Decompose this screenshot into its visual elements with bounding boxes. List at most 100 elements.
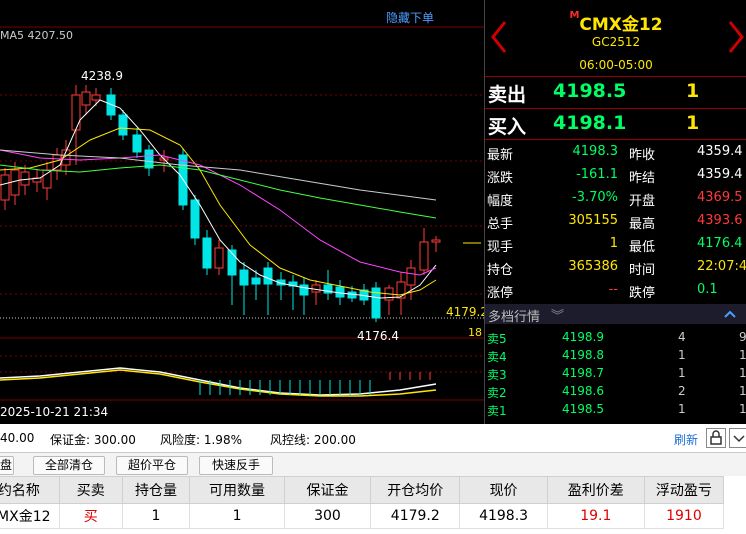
- depth-row[interactable]: 卖1 4198.5 1 1: [485, 400, 746, 418]
- cursor-datetime-label: 2025-10-21 21:34: [0, 405, 109, 419]
- over-price-close-button[interactable]: 超价平仓: [116, 456, 188, 475]
- depth-name: 卖3: [487, 368, 507, 382]
- depth-row[interactable]: 卖3 4198.7 1 1: [485, 364, 746, 382]
- stat-value: 22:07:42: [697, 259, 746, 274]
- candle-body: [118, 114, 128, 136]
- hide-order-link[interactable]: 隐藏下单: [386, 9, 434, 26]
- kline-canvas[interactable]: [0, 0, 484, 424]
- candle-body: [190, 199, 200, 239]
- table-cell: 1910: [643, 503, 725, 529]
- candle-body: [335, 286, 345, 298]
- depth-name: 卖4: [487, 350, 507, 364]
- contract-code: GC2512: [591, 35, 641, 49]
- candle-body: [52, 154, 62, 171]
- tab-position[interactable]: 盘: [0, 456, 14, 475]
- candle-body: [251, 277, 261, 285]
- candle-body: [347, 291, 357, 299]
- column-header[interactable]: 开仓均价: [370, 476, 461, 504]
- depth-price: 4198.8: [562, 348, 604, 362]
- candle-body: [263, 267, 273, 285]
- quick-reverse-button[interactable]: 快速反手: [199, 456, 273, 475]
- risk-value: 风险度: 1.98%: [160, 433, 242, 447]
- stat-label: 开盘: [629, 194, 656, 209]
- depth-row[interactable]: 卖4 4198.8 1 1: [485, 346, 746, 364]
- table-cell: 19.1: [546, 503, 645, 529]
- contract-name: CMX金12: [579, 15, 663, 35]
- quote-stat-row: 现手 1 最低 4176.4: [485, 233, 746, 256]
- table-row[interactable]: CMX金12买113004179.24198.319.11910: [0, 503, 725, 529]
- contract-title: MCMX金12: [485, 10, 746, 35]
- candle-body: [419, 241, 429, 271]
- depth-qty: 1: [678, 366, 686, 380]
- column-header[interactable]: 可用数量: [189, 476, 285, 504]
- depth-price: 4198.6: [562, 384, 604, 398]
- stat-label: 最新: [487, 148, 514, 163]
- stat-label: 幅度: [487, 194, 514, 209]
- depth-extra: 9: [739, 330, 746, 344]
- stat-value: 4359.4: [697, 144, 743, 159]
- candle-body: [20, 171, 30, 186]
- depth-extra: 1: [739, 384, 746, 398]
- bid-price: 4198.1: [553, 112, 627, 134]
- column-header[interactable]: 盈利价差: [546, 476, 645, 504]
- depth-qty: 1: [678, 402, 686, 416]
- balance-value: 40.00: [0, 431, 35, 445]
- quote-header: MCMX金12 GC2512 06:00-05:00: [485, 0, 746, 76]
- quote-stat-row: 持仓 365386 时间 22:07:42: [485, 256, 746, 279]
- ask-label: 卖出: [488, 84, 527, 106]
- double-chevron-down-icon[interactable]: ︾: [551, 305, 564, 324]
- depth-toggle[interactable]: 多档行情 ︾: [485, 304, 746, 325]
- table-cell: 300: [283, 503, 372, 529]
- candle-body: [10, 169, 20, 196]
- table-cell: 买: [58, 503, 123, 529]
- lock-icon[interactable]: [706, 428, 726, 448]
- stat-label: 跌停: [629, 286, 656, 301]
- stat-value: 4176.4: [697, 236, 743, 251]
- collapse-icon[interactable]: [729, 428, 746, 448]
- depth-row[interactable]: 卖5 4198.9 4 9: [485, 328, 746, 346]
- kline-chart[interactable]: 隐藏下单 MA5 4207.50 4238.9 4176.4 4179.2 18…: [0, 0, 488, 424]
- refresh-button[interactable]: 刷新: [674, 431, 698, 448]
- trading-session: 06:00-05:00: [579, 58, 653, 72]
- stat-label: 总手: [487, 217, 514, 232]
- ask-row[interactable]: 卖出 4198.5 1: [485, 77, 746, 106]
- table-cell: CMX金12: [0, 503, 60, 529]
- candle-body: [81, 91, 91, 106]
- bid-row[interactable]: 买入 4198.1 1: [485, 109, 746, 138]
- quote-stat-row: 最新 4198.3 昨收 4359.4: [485, 141, 746, 164]
- column-header[interactable]: 买卖: [58, 476, 123, 504]
- market-prefix: M: [569, 10, 580, 21]
- margin-value: 保证金: 300.00: [50, 433, 136, 447]
- depth-extra: 1: [739, 366, 746, 380]
- stat-value: 4198.3: [572, 144, 619, 159]
- ask-qty: 1: [686, 80, 700, 102]
- column-header[interactable]: 现价: [459, 476, 548, 504]
- stat-value: 1: [609, 236, 618, 251]
- chevron-up-icon[interactable]: [723, 309, 737, 319]
- column-header[interactable]: 浮动盈亏: [643, 476, 725, 504]
- stat-value: 305155: [568, 213, 618, 228]
- column-header[interactable]: 持仓量: [121, 476, 191, 504]
- candle-body: [239, 269, 249, 286]
- stat-label: 现手: [487, 240, 514, 255]
- quote-stat-row: 幅度 -3.70% 开盘 4369.5: [485, 187, 746, 210]
- stat-value: -161.1: [576, 167, 618, 182]
- stat-label: 涨跌: [487, 171, 514, 186]
- stat-label: 昨收: [629, 148, 656, 163]
- depth-row[interactable]: 卖2 4198.6 2 1: [485, 382, 746, 400]
- volume-axis-label: 18: [468, 326, 482, 339]
- close-all-button[interactable]: 全部清仓: [33, 456, 105, 475]
- quote-stat-row: 总手 305155 最高 4393.6: [485, 210, 746, 233]
- stat-value: 4359.4: [697, 167, 743, 182]
- candle-body: [214, 247, 224, 269]
- stat-value: --: [608, 282, 618, 297]
- stat-label: 持仓: [487, 263, 514, 278]
- stat-label: 昨结: [629, 171, 656, 186]
- column-header[interactable]: 保证金: [283, 476, 372, 504]
- column-header[interactable]: 约名称: [0, 476, 60, 504]
- quote-stats: 最新 4198.3 昨收 4359.4 涨跌 -161.1 昨结 4359.4 幅度 -3.70%…: [485, 141, 746, 302]
- positions-header: 约名称 买卖 持仓量 可用数量 保证金 开仓均价 现价 盈利价差 浮动盈亏: [0, 476, 725, 504]
- stat-label: 最低: [629, 240, 656, 255]
- stat-value: 0.1: [697, 282, 718, 297]
- depth-price: 4198.7: [562, 366, 604, 380]
